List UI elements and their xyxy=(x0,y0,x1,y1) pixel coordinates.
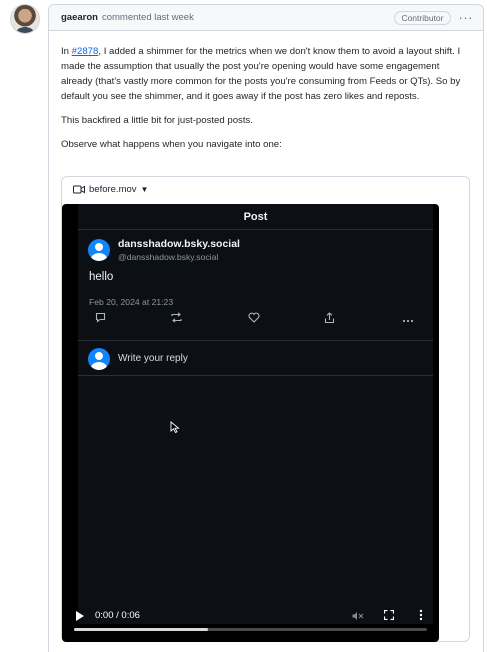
video-options-icon[interactable] xyxy=(419,609,423,621)
play-icon[interactable] xyxy=(76,611,84,621)
reply-placeholder: Write your reply xyxy=(118,353,188,364)
video-progress-bar[interactable] xyxy=(74,628,427,631)
video-file-name: before.mov xyxy=(89,184,137,195)
mute-icon[interactable] xyxy=(352,611,364,621)
comment-body: In #2878, I added a shimmer for the metr… xyxy=(49,31,483,152)
repost-icon xyxy=(170,312,183,330)
video-player[interactable]: Post dansshadow.bsky.social @dansshadow.… xyxy=(62,204,439,642)
mouse-cursor-icon xyxy=(170,421,180,433)
video-attachment: before.mov ▼ Post dansshadow.bsky.social… xyxy=(61,176,470,642)
issue-link[interactable]: #2878 xyxy=(72,46,99,57)
p1-suffix: , I added a shimmer for the metrics when… xyxy=(61,46,461,102)
reply-icon xyxy=(95,312,106,330)
commenter-avatar[interactable] xyxy=(10,4,40,34)
post-display-name: dansshadow.bsky.social xyxy=(118,238,240,250)
post-date: Feb 20, 2024 at 21:23 xyxy=(89,297,174,307)
paragraph-2: This backfired a little bit for just-pos… xyxy=(61,115,253,126)
video-controls: 0:00 / 0:06 xyxy=(62,604,439,628)
app-title: Post xyxy=(78,204,433,230)
video-frame: Post dansshadow.bsky.social @dansshadow.… xyxy=(78,204,433,624)
paragraph-3: Observe what happens when you navigate i… xyxy=(61,139,282,150)
fullscreen-icon[interactable] xyxy=(384,610,394,620)
like-icon xyxy=(248,312,260,330)
share-icon xyxy=(324,312,335,331)
video-camera-icon xyxy=(73,185,85,194)
reply-bar: Write your reply xyxy=(78,340,433,376)
p1-prefix: In xyxy=(61,46,72,57)
chevron-down-icon: ▼ xyxy=(140,185,149,194)
post-actions xyxy=(78,312,433,330)
post-handle: @dansshadow.bsky.social xyxy=(118,252,219,262)
post-text: hello xyxy=(89,271,114,283)
comment-timestamp[interactable]: commented last week xyxy=(102,12,194,23)
comment-card: gaearon commented last week Contributor … xyxy=(48,4,484,652)
reply-avatar xyxy=(88,348,110,370)
more-icon xyxy=(402,312,414,330)
author-link[interactable]: gaearon xyxy=(61,12,98,23)
post: dansshadow.bsky.social @dansshadow.bsky.… xyxy=(78,230,433,338)
comment-header: gaearon commented last week Contributor … xyxy=(49,5,483,31)
paragraph-1: In #2878, I added a shimmer for the metr… xyxy=(61,44,471,104)
comment-menu-icon[interactable]: ··· xyxy=(459,11,474,24)
post-avatar xyxy=(88,239,110,261)
video-progress-fill xyxy=(74,628,209,631)
video-time: 0:00 / 0:06 xyxy=(95,610,140,621)
contributor-badge: Contributor xyxy=(394,10,451,25)
video-file-toggle[interactable]: before.mov ▼ xyxy=(62,177,469,202)
